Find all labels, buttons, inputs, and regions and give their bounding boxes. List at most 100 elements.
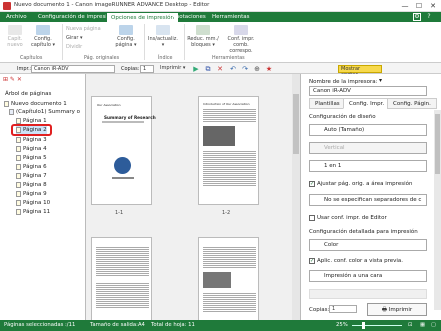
group-label-capitulos: Capítulos <box>20 56 43 61</box>
logo-icon <box>114 157 131 174</box>
tree-page-9[interactable]: Página 9 <box>16 190 47 198</box>
vertical-scrollbar[interactable] <box>292 74 300 320</box>
new-page-button[interactable]: Nueva página <box>66 26 101 32</box>
printer-select[interactable]: Canon iR-ADV <box>31 65 115 73</box>
page-preview-canvas[interactable]: Our Association Summary of Research Intr… <box>86 74 300 320</box>
divider <box>184 24 185 60</box>
checkbox-box[interactable] <box>309 214 315 221</box>
redo-icon[interactable]: ↷ <box>241 65 249 73</box>
copies-input[interactable]: 1 <box>140 65 154 73</box>
checkbox-box[interactable]: ✓ <box>309 180 315 187</box>
scrollbar-thumb[interactable] <box>293 94 299 154</box>
zoom-level: 25% <box>336 322 348 328</box>
page-1-sub: Our Association <box>97 103 121 107</box>
rotate-button[interactable]: Girar ▾ <box>66 35 83 41</box>
tree-page-8[interactable]: Página 8 <box>16 181 47 189</box>
tab-herramientas[interactable]: Herramientas <box>208 12 253 22</box>
split-button[interactable]: Dividir <box>66 44 82 50</box>
ribbon-tabs: Archivo Configuración de impresión Opcio… <box>0 12 441 22</box>
zoom-slider-thumb[interactable] <box>362 322 365 329</box>
tree-page-5[interactable]: Página 5 <box>16 154 47 162</box>
chapter-settings-icon <box>36 25 50 35</box>
grid-view-icon[interactable]: ▦ <box>420 320 425 331</box>
window-title: Nuevo documento 1 - Canon imageRUNNER AD… <box>14 2 210 8</box>
text-block <box>203 246 256 268</box>
settings-icon[interactable]: ⚙ <box>413 13 421 21</box>
duplex-select[interactable]: Impresión a una cara <box>309 270 427 282</box>
zoom-slider[interactable] <box>352 322 402 329</box>
tree-toolbar[interactable]: ⊞ ✎ ✕ <box>3 76 22 83</box>
scrollbar-thumb[interactable] <box>435 114 440 174</box>
color-select[interactable]: Color <box>309 239 427 251</box>
combined-print-button[interactable]: Conf. impr. comb. correspo. <box>223 25 259 54</box>
app-icon <box>3 2 11 10</box>
delete-icon[interactable]: ✕ <box>216 65 224 73</box>
checkbox-box[interactable]: ✓ <box>309 257 315 264</box>
index-icon <box>156 25 170 35</box>
undo-icon[interactable]: ↶ <box>229 65 237 73</box>
insert-update-button[interactable]: Ins/actualiz. ▾ <box>148 25 178 48</box>
page-settings-button[interactable]: Config. página ▾ <box>112 25 140 48</box>
minimize-button[interactable]: — <box>399 1 411 11</box>
tree-chapter[interactable]: (Capítulo1) Summary o <box>9 108 80 116</box>
tree-page-3[interactable]: Página 3 <box>16 136 47 144</box>
photo-thumbnail <box>203 272 231 288</box>
tree-root[interactable]: Nuevo documento 1 <box>4 100 67 108</box>
chapter-settings-button[interactable]: Config. capítulo ▾ <box>29 25 57 48</box>
tab-anotaciones[interactable]: Anotaciones <box>168 12 210 22</box>
page-icon <box>16 208 21 215</box>
page-icon <box>16 190 21 197</box>
tree-page-2[interactable]: Página 2 <box>16 126 47 134</box>
page-thumbnail-3[interactable] <box>91 237 152 320</box>
pages-per-sheet-select[interactable]: 1 en 1 <box>309 160 427 172</box>
page-thumbnail-4[interactable] <box>198 237 259 320</box>
tab-config-impr[interactable]: Config. Impr. <box>343 98 391 109</box>
text-line <box>112 177 134 179</box>
maximize-button[interactable]: ☐ <box>413 1 425 11</box>
layout-select[interactable]: Auto (Tamaño) <box>309 124 427 136</box>
use-editor-settings-checkbox[interactable]: Usar conf. impr. de Editor <box>309 214 387 222</box>
copy-icon[interactable]: ⧉ <box>204 65 212 73</box>
adjust-area-checkbox[interactable]: ✓ Ajustar pág. orig. a área impresión <box>309 180 412 188</box>
page-thumbnail-2[interactable]: Introduction of Our Association <box>198 96 259 205</box>
printer-icon: 🖶 <box>381 307 389 313</box>
close-button[interactable]: ✕ <box>427 1 439 11</box>
document-icon <box>4 100 9 107</box>
panel-scrollbar[interactable] <box>434 110 441 310</box>
zoom-icon[interactable]: ⊕ <box>253 65 261 73</box>
tab-archivo[interactable]: Archivo <box>2 12 31 22</box>
page-2-heading: Introduction of Our Association <box>203 102 250 106</box>
page-icon <box>16 136 21 143</box>
bookmark-icon[interactable]: ★ <box>265 65 273 73</box>
tree-page-11[interactable]: Página 11 <box>16 208 50 216</box>
detailed-section-title: Configuración detallada para impresión <box>309 229 418 235</box>
pin-icon[interactable]: ▾ <box>379 77 387 85</box>
orientation-select[interactable]: Vertical <box>309 142 427 154</box>
printer-name-select[interactable]: Canon iR-ADV <box>309 86 427 96</box>
tab-config-pagin[interactable]: Config. Págin. <box>387 98 437 109</box>
preview-icon[interactable]: ▶ <box>192 65 200 73</box>
ribbon: Capít. nuevo Config. capítulo ▾ Nueva pá… <box>0 22 441 63</box>
tree-page-4[interactable]: Página 4 <box>16 145 47 153</box>
tree-page-6[interactable]: Página 6 <box>16 163 47 171</box>
staple-options-placeholder <box>309 289 427 299</box>
tree-page-7[interactable]: Página 7 <box>16 172 47 180</box>
new-chapter-button[interactable]: Capít. nuevo <box>3 25 27 48</box>
reduce-blocks-button[interactable]: Reduc. mm./ bloques ▾ <box>187 25 219 48</box>
fit-page-icon[interactable]: ⊡ <box>408 320 412 331</box>
panel-copies-input[interactable]: 1 <box>329 305 357 313</box>
help-icon[interactable]: ? <box>425 13 433 21</box>
apply-color-preview-checkbox[interactable]: ✓ Aplic. conf. color a vista previa. <box>309 257 403 265</box>
single-view-icon[interactable]: ▢ <box>431 320 436 331</box>
tree-page-10[interactable]: Página 10 <box>16 199 50 207</box>
tab-plantillas[interactable]: Plantillas <box>309 98 346 109</box>
chapter-icon <box>9 108 14 115</box>
separator-select[interactable]: No se especifican separadores de c <box>309 194 427 206</box>
group-label-indice: Índice <box>158 56 173 61</box>
chapter-icon <box>8 25 22 35</box>
print-button[interactable]: 🖶 Imprimir <box>367 303 427 316</box>
show-annotations-button[interactable]: Mostrar anotac. <box>338 65 382 78</box>
print-menu-button[interactable]: Imprimir ▾ <box>158 65 188 73</box>
page-icon <box>16 199 21 206</box>
page-thumbnail-1[interactable]: Our Association Summary of Research <box>91 96 156 205</box>
